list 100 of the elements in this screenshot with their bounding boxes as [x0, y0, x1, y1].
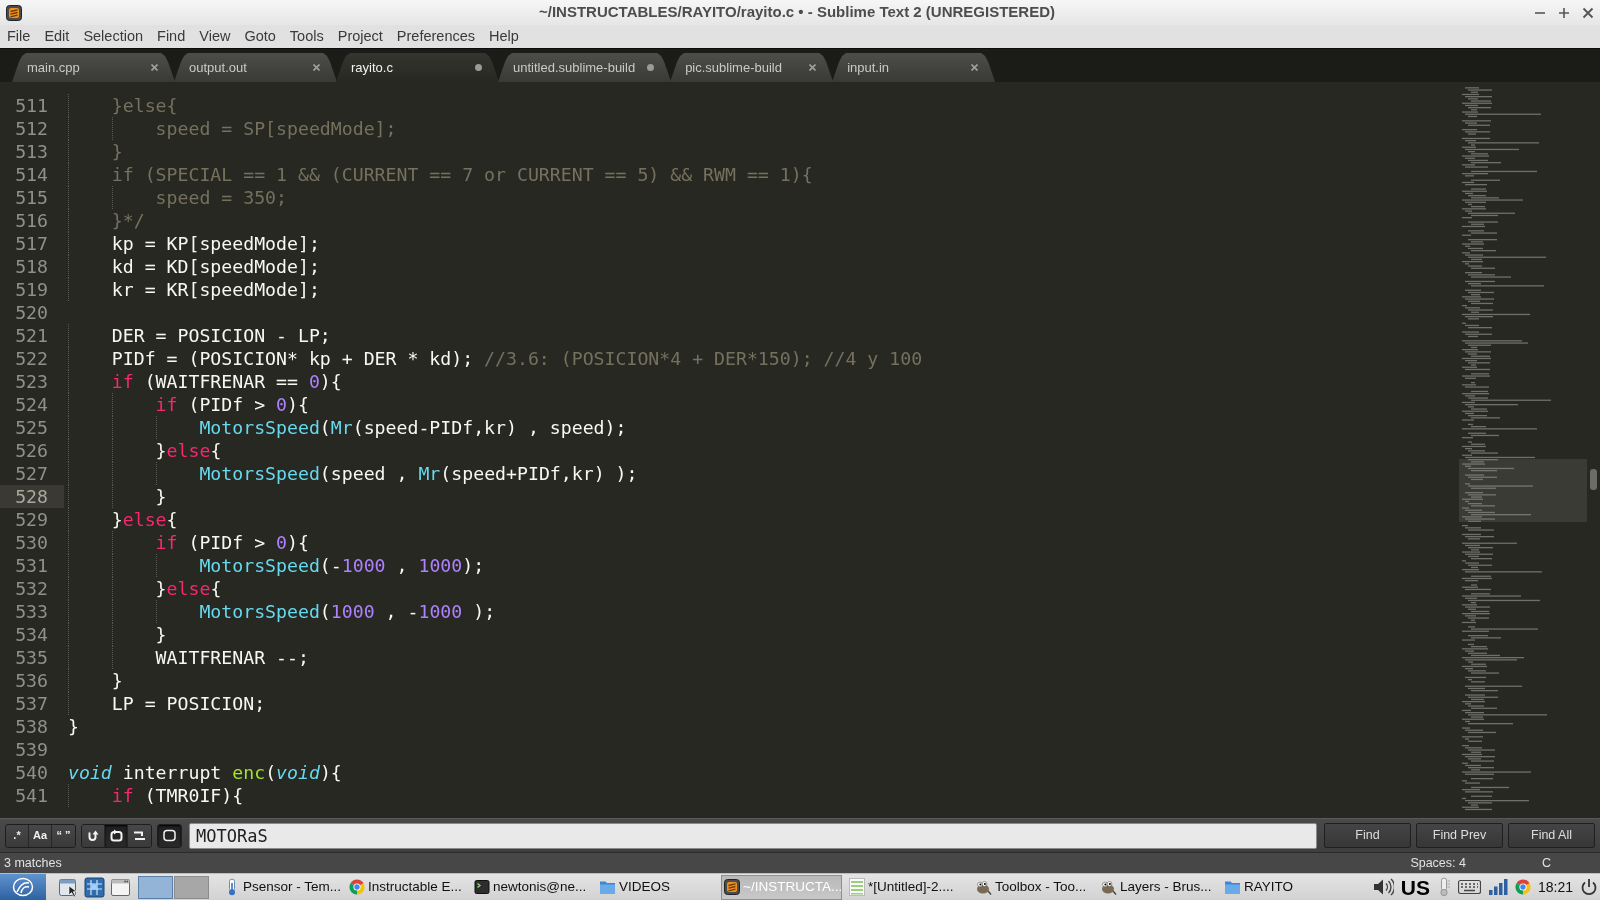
u-turn-arrow-icon — [86, 829, 100, 842]
thumbnail-icon — [849, 878, 865, 896]
line-number: 531 — [14, 554, 49, 577]
bracket-line-icon — [133, 829, 146, 842]
close-icon[interactable] — [809, 64, 817, 71]
option-toggle[interactable]: “ ” — [52, 824, 75, 847]
unsaved-dot-icon[interactable] — [647, 64, 655, 71]
menu-item[interactable]: Preferences — [389, 25, 483, 48]
power-icon[interactable] — [1580, 878, 1598, 896]
menu-item[interactable]: File — [0, 25, 38, 48]
taskbar-button[interactable]: RAYITO — [1221, 874, 1342, 900]
close-icon[interactable] — [313, 64, 320, 71]
line-number: 518 — [14, 255, 49, 278]
line-number: 520 — [14, 301, 49, 324]
folder-icon — [1224, 879, 1241, 895]
keyboard-layout[interactable]: US — [1400, 876, 1430, 898]
search-action-button[interactable]: Find Prev — [1416, 823, 1503, 848]
line-number: 533 — [14, 600, 49, 623]
scrollbar-thumb[interactable] — [1590, 469, 1597, 490]
workspace-tile[interactable] — [138, 875, 173, 899]
swirl-logo-icon — [12, 877, 34, 897]
tab[interactable]: pic.sublime-build — [670, 53, 834, 82]
indentation-status[interactable]: Spaces: 4 — [1410, 853, 1466, 873]
line-number: 517 — [14, 232, 49, 255]
close-icon[interactable] — [1582, 6, 1594, 19]
line-number: 519 — [14, 278, 49, 301]
unsaved-dot-icon[interactable] — [475, 64, 482, 71]
option-toggle[interactable]: .* — [6, 824, 29, 847]
taskbar-button[interactable]: VIDEOS — [596, 874, 717, 900]
line-number: 524 — [14, 393, 49, 416]
menu-item[interactable]: View — [192, 25, 238, 48]
menu-item[interactable]: Find — [150, 25, 193, 48]
tab[interactable]: rayito.c — [336, 53, 499, 82]
menu-item[interactable]: Selection — [76, 25, 151, 48]
option-toggle[interactable] — [158, 824, 181, 847]
menu-item[interactable]: Edit — [37, 25, 77, 48]
keyboard-icon[interactable] — [1457, 879, 1481, 895]
tab[interactable]: input.in — [832, 53, 996, 82]
code-line: } — [68, 715, 79, 738]
option-toggle[interactable] — [105, 824, 128, 847]
line-number: 516 — [14, 209, 49, 232]
syntax-status[interactable]: C — [1541, 853, 1551, 873]
tab[interactable]: output.out — [174, 53, 337, 82]
line-number: 527 — [14, 462, 49, 485]
close-icon[interactable] — [971, 64, 979, 71]
mascot-icon — [974, 879, 992, 895]
app-logo-icon — [724, 879, 740, 895]
tab[interactable]: untitled.sublime-build — [498, 53, 672, 82]
line-number: 529 — [14, 508, 49, 531]
rounded-square-icon — [163, 829, 176, 842]
window-pointer-icon[interactable] — [58, 876, 79, 898]
line-number: 538 — [14, 715, 49, 738]
browser-icon — [1514, 879, 1531, 895]
signal-bars-icon[interactable] — [1487, 878, 1508, 896]
line-number: 541 — [14, 784, 49, 807]
taskbar-button[interactable]: *[Untitled]-2.... — [846, 874, 967, 900]
folder-icon — [599, 879, 616, 895]
option-toggle[interactable] — [82, 824, 105, 847]
search-action-button[interactable]: Find — [1324, 823, 1411, 848]
line-number: 528 — [0, 485, 64, 508]
line-number: 526 — [14, 439, 49, 462]
menu-item[interactable]: Tools — [282, 25, 331, 48]
grid-icon[interactable] — [84, 876, 105, 898]
line-number: 515 — [14, 186, 49, 209]
line-number: 534 — [14, 623, 49, 646]
taskbar-button[interactable]: Psensor - Tem... — [221, 874, 342, 900]
line-number: 530 — [14, 531, 49, 554]
window-title: ~/INSTRUCTABLES/RAYITO/rayito.c • - Sublime Text 2 (UNREGISTERED) — [538, 2, 1056, 23]
taskbar-button[interactable]: Toolbox - Too... — [971, 874, 1092, 900]
line-number: 523 — [14, 370, 49, 393]
maximize-icon[interactable] — [1558, 6, 1570, 19]
status-message: 3 matches — [4, 854, 62, 872]
line-number: 535 — [14, 646, 49, 669]
line-number: 540 — [14, 761, 49, 784]
line-number: 539 — [14, 738, 49, 761]
taskbar-button[interactable]: Layers - Brus... — [1096, 874, 1217, 900]
line-number: 512 — [14, 117, 49, 140]
option-toggle[interactable] — [128, 824, 151, 847]
search-action-button[interactable]: Find All — [1508, 823, 1595, 848]
taskbar-button[interactable]: newtonis@ne... — [471, 874, 592, 900]
mascot-icon — [1099, 879, 1117, 895]
line-number: 536 — [14, 669, 49, 692]
menu-item[interactable]: Help — [482, 25, 526, 48]
window-icon[interactable] — [110, 876, 131, 898]
start-menu-button[interactable] — [0, 873, 46, 900]
line-number: 522 — [14, 347, 49, 370]
speaker-icon[interactable] — [1372, 878, 1394, 896]
clock[interactable]: 18:21 — [1537, 876, 1573, 898]
code-line: void interrupt enc(void){ — [68, 761, 342, 784]
line-number: 537 — [14, 692, 49, 715]
taskbar-button[interactable]: Instructable E... — [346, 874, 467, 900]
line-number: 513 — [14, 140, 49, 163]
menu-item[interactable]: Project — [330, 25, 390, 48]
terminal-icon — [474, 879, 490, 895]
tab[interactable]: main.cpp — [12, 53, 175, 82]
find-field[interactable]: MOTORaS — [189, 822, 1317, 849]
menu-item[interactable]: Goto — [237, 25, 283, 48]
close-icon[interactable] — [151, 64, 158, 71]
option-toggle[interactable]: Aa — [29, 824, 52, 847]
workspace-tile[interactable] — [174, 875, 209, 899]
